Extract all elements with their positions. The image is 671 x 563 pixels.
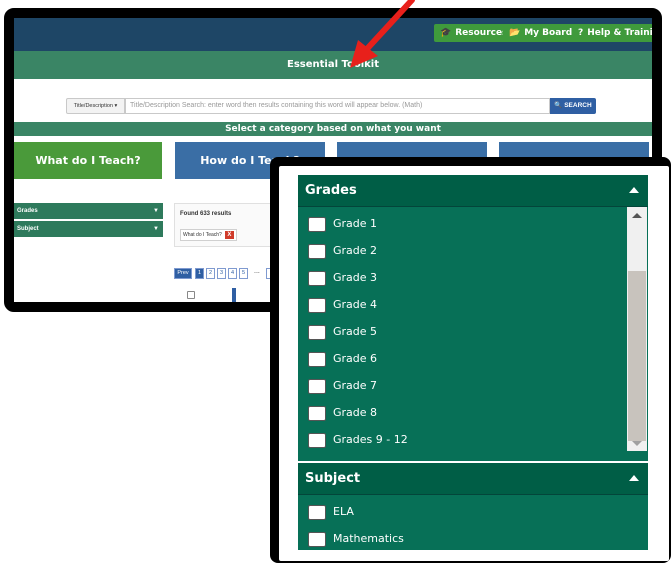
search-input[interactable]: Title/Description Search: enter word the… <box>125 98 550 114</box>
checkbox[interactable] <box>308 217 326 232</box>
option-label: Grade 1 <box>333 217 378 230</box>
grades-panel-header[interactable]: Grades <box>298 175 648 207</box>
page-title-bar: Essential Toolkit <box>14 51 652 79</box>
page-button[interactable]: 5 <box>239 268 248 279</box>
checkbox[interactable] <box>308 352 326 367</box>
result-thumbnail <box>232 288 236 302</box>
search-type-label: Title/Description <box>73 103 113 109</box>
search-type-dropdown[interactable]: Title/Description ▾ <box>66 98 125 114</box>
help-training-label: Help & Training <box>587 28 662 38</box>
option-label: Grade 4 <box>333 298 378 311</box>
grades-filter-label: Grades <box>17 208 38 214</box>
scrollbar-thumb[interactable] <box>628 271 646 441</box>
option-label: Grades 9 - 12 <box>333 433 408 446</box>
graduation-cap-icon: 🎓 <box>440 28 452 38</box>
search-icon: 🔍 <box>554 102 563 109</box>
caret-up-icon[interactable] <box>629 475 639 481</box>
subject-panel-title: Subject <box>305 471 361 486</box>
red-arrow-annotation <box>350 0 415 68</box>
checkbox[interactable] <box>308 532 326 547</box>
category-prompt-bar: Select a category based on what you want <box>14 122 652 136</box>
results-count: Found 633 results <box>180 211 232 217</box>
checkbox[interactable] <box>308 244 326 259</box>
page-button[interactable]: 2 <box>206 268 215 279</box>
my-boards-label: My Boards <box>524 28 578 38</box>
pagination-ellipsis: ... <box>254 268 260 275</box>
zoomed-filter-callout: Grades Grade 1 Grade 2 Grade 3 Grade 4 Grade… <box>270 157 671 563</box>
top-nav-bar: 🎓 Resources 📂 My Boards ? Help & Training <box>14 18 652 51</box>
prev-page-button[interactable]: Prev <box>174 268 192 279</box>
resources-button[interactable]: 🎓 Resources <box>434 24 514 42</box>
results-summary: Found 633 results What do I Teach? X <box>174 203 274 247</box>
category-prompt: Select a category based on what you want <box>225 124 441 134</box>
checkbox[interactable] <box>308 325 326 340</box>
search-placeholder: Title/Description Search: enter word the… <box>130 102 423 109</box>
checkbox[interactable] <box>308 406 326 421</box>
search-row: Title/Description ▾ Title/Description Se… <box>14 79 652 121</box>
category-what-do-i-teach[interactable]: What do I Teach? <box>14 142 162 179</box>
page-button[interactable]: 3 <box>217 268 226 279</box>
checkbox[interactable] <box>308 379 326 394</box>
arrow-shaft <box>363 0 415 53</box>
grades-panel-title: Grades <box>305 183 357 198</box>
page-button[interactable]: 4 <box>228 268 237 279</box>
scroll-up-arrow-icon[interactable] <box>632 213 642 218</box>
checkbox[interactable] <box>308 433 326 448</box>
option-label: ELA <box>333 505 354 518</box>
category-label: What do I Teach? <box>35 154 141 167</box>
page-button[interactable]: 1 <box>195 268 204 279</box>
result-checkbox[interactable] <box>187 291 195 299</box>
option-label: Grade 7 <box>333 379 378 392</box>
active-filter-chip: What do I Teach? X <box>180 229 237 241</box>
caret-down-icon: ▼ <box>153 208 159 214</box>
zoomed-filter-panel: Grades Grade 1 Grade 2 Grade 3 Grade 4 Grade… <box>279 166 669 561</box>
caret-down-icon: ▼ <box>153 226 159 232</box>
grades-scrollbar[interactable] <box>627 207 647 451</box>
caret-up-icon[interactable] <box>629 187 639 193</box>
option-label: Grade 2 <box>333 244 378 257</box>
question-circle-icon: ? <box>578 28 584 38</box>
remove-filter-button[interactable]: X <box>224 231 234 239</box>
option-label: Grade 6 <box>333 352 378 365</box>
grades-filter-panel: Grades Grade 1 Grade 2 Grade 3 Grade 4 Grade… <box>298 175 648 461</box>
subject-filter-label: Subject <box>17 226 39 232</box>
checkbox[interactable] <box>308 271 326 286</box>
search-button-label: SEARCH <box>564 102 592 109</box>
option-label: Grade 5 <box>333 325 378 338</box>
subject-filter-panel: Subject ELA Mathematics <box>298 463 648 550</box>
option-label: Grade 3 <box>333 271 378 284</box>
subject-panel-header[interactable]: Subject <box>298 463 648 495</box>
scroll-down-arrow-icon[interactable] <box>632 441 642 446</box>
folder-icon: 📂 <box>509 28 521 38</box>
search-button[interactable]: 🔍 SEARCH <box>550 98 596 114</box>
option-label: Mathematics <box>333 532 404 545</box>
checkbox[interactable] <box>308 298 326 313</box>
help-training-button[interactable]: ? Help & Training <box>572 24 662 42</box>
checkbox[interactable] <box>308 505 326 520</box>
subject-filter-toggle[interactable]: Subject ▼ <box>14 221 163 237</box>
grades-filter-toggle[interactable]: Grades ▼ <box>14 203 163 219</box>
option-label: Grade 8 <box>333 406 378 419</box>
resources-label: Resources <box>455 28 508 38</box>
chip-label: What do I Teach? <box>183 232 222 238</box>
